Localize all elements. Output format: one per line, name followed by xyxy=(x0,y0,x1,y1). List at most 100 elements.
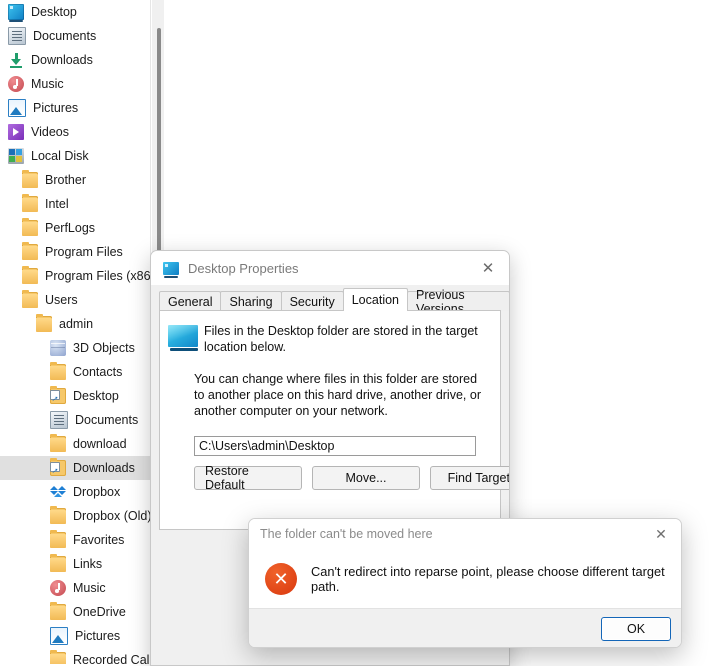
nav-item-label: PerfLogs xyxy=(45,220,96,235)
downloads-icon xyxy=(8,52,24,68)
folder-icon xyxy=(50,506,66,524)
ok-button[interactable]: OK xyxy=(601,617,671,641)
nav-item-downloads[interactable]: ↗ Downloads xyxy=(0,456,150,480)
folder-icon xyxy=(22,242,38,260)
documents-icon xyxy=(50,411,68,429)
tab-location[interactable]: Location xyxy=(342,288,408,311)
dropbox-icon xyxy=(50,484,66,500)
error-dialog-footer: OK xyxy=(249,608,681,647)
folder-icon xyxy=(50,650,66,664)
nav-item-label: Local Disk xyxy=(31,148,89,163)
nav-item-pictures[interactable]: Pictures xyxy=(0,96,150,120)
nav-item-music[interactable]: Music xyxy=(0,576,150,600)
nav-item-videos[interactable]: Videos xyxy=(0,120,150,144)
nav-item-label: Music xyxy=(73,580,106,595)
nav-item-label: Pictures xyxy=(75,628,121,643)
nav-item-label: Recorded Calls xyxy=(73,652,150,664)
nav-item-label: Music xyxy=(31,76,64,91)
close-icon[interactable]: ✕ xyxy=(641,519,681,549)
nav-item-admin[interactable]: admin xyxy=(0,312,150,336)
folder-icon xyxy=(36,314,52,332)
nav-item-label: Dropbox xyxy=(73,484,121,499)
nav-item-3d-objects[interactable]: 3D Objects xyxy=(0,336,150,360)
error-title-bar[interactable]: The folder can't be moved here ✕ xyxy=(249,519,681,549)
folder-icon xyxy=(22,218,38,236)
folder-icon xyxy=(50,554,66,572)
nav-item-desktop[interactable]: ↗ Desktop xyxy=(0,384,150,408)
pictures-icon xyxy=(8,99,26,117)
move-button[interactable]: Move... xyxy=(312,466,420,490)
tab-security[interactable]: Security xyxy=(280,291,344,311)
nav-item-perflogs[interactable]: PerfLogs xyxy=(0,216,150,240)
properties-title: Desktop Properties xyxy=(188,260,299,276)
location-body-text: You can change where files in this folde… xyxy=(194,372,481,418)
error-dialog-content: ✕ Can't redirect into reparse point, ple… xyxy=(249,549,681,609)
nav-item-program-files[interactable]: Program Files xyxy=(0,240,150,264)
nav-item-label: admin xyxy=(59,316,94,331)
nav-item-label: Program Files xyxy=(45,244,123,259)
nav-item-music[interactable]: Music xyxy=(0,72,150,96)
properties-tab-strip[interactable]: General Sharing Security Location Previous V… xyxy=(159,288,509,316)
desktop-folder-icon xyxy=(163,261,179,278)
folder-icon xyxy=(50,434,66,452)
music-icon xyxy=(50,580,66,596)
file-explorer-window: This PC 📌 This PC 📌 DesktopDocumentsDown… xyxy=(0,0,719,666)
nav-item-documents[interactable]: Documents xyxy=(0,408,150,432)
nav-item-favorites[interactable]: Favorites xyxy=(0,528,150,552)
tab-sharing[interactable]: Sharing xyxy=(220,291,282,311)
find-target-button[interactable]: Find Target... xyxy=(430,466,509,490)
error-dialog: The folder can't be moved here ✕ ✕ Can't… xyxy=(248,518,682,648)
local-disk-icon xyxy=(8,148,24,164)
nav-item-dropbox-old[interactable]: Dropbox (Old) xyxy=(0,504,150,528)
nav-item-download[interactable]: download xyxy=(0,432,150,456)
nav-item-label: Contacts xyxy=(73,364,123,379)
nav-item-contacts[interactable]: Contacts xyxy=(0,360,150,384)
nav-item-dropbox[interactable]: Dropbox xyxy=(0,480,150,504)
nav-item-intel[interactable]: Intel xyxy=(0,192,150,216)
nav-item-program-files-x86[interactable]: Program Files (x86) xyxy=(0,264,150,288)
navigation-pane[interactable]: Desktop Documents Downloads Music Pictures Vi… xyxy=(0,0,150,664)
nav-item-desktop[interactable]: Desktop xyxy=(0,0,150,24)
properties-title-bar[interactable]: Desktop Properties ✕ xyxy=(151,251,509,285)
nav-item-pictures[interactable]: Pictures xyxy=(0,624,150,648)
error-message: Can't redirect into reparse point, pleas… xyxy=(311,564,665,594)
nav-item-label: Pictures xyxy=(33,100,79,115)
restore-default-button[interactable]: Restore Default xyxy=(194,464,302,492)
nav-item-users[interactable]: Users xyxy=(0,288,150,312)
folder-shortcut-icon: ↗ xyxy=(50,458,66,476)
folder-icon xyxy=(22,290,38,308)
nav-item-links[interactable]: Links xyxy=(0,552,150,576)
documents-icon xyxy=(8,27,26,45)
folder-icon xyxy=(22,266,38,284)
nav-item-label: Desktop xyxy=(73,388,119,403)
nav-item-local-disk[interactable]: Local Disk xyxy=(0,144,150,168)
error-x-icon: ✕ xyxy=(265,563,297,595)
tab-label: Security xyxy=(289,294,335,309)
error-dialog-title: The folder can't be moved here xyxy=(260,527,433,541)
location-tab-panel: Files in the Desktop folder are stored i… xyxy=(159,310,509,530)
folder-icon xyxy=(22,170,38,188)
location-button-row: Restore Default Move... Find Target... xyxy=(194,464,509,492)
nav-item-onedrive[interactable]: OneDrive xyxy=(0,600,150,624)
nav-item-documents[interactable]: Documents xyxy=(0,24,150,48)
tab-label: General xyxy=(168,294,213,309)
folder-icon xyxy=(22,194,38,212)
nav-item-label: Program Files (x86) xyxy=(45,268,150,283)
tab-general[interactable]: General xyxy=(159,291,222,311)
tab-previous-versions[interactable]: Previous Versions xyxy=(407,288,509,316)
close-icon[interactable]: ✕ xyxy=(467,251,509,285)
nav-item-downloads[interactable]: Downloads xyxy=(0,48,150,72)
3d-objects-icon xyxy=(50,340,66,356)
nav-item-label: Documents xyxy=(33,28,97,43)
folder-path-input[interactable] xyxy=(194,436,476,456)
nav-item-brother[interactable]: Brother xyxy=(0,168,150,192)
nav-item-label: OneDrive xyxy=(73,604,126,619)
nav-scrollbar-thumb[interactable] xyxy=(157,28,161,252)
nav-item-label: download xyxy=(73,436,127,451)
nav-item-recorded-calls[interactable]: Recorded Calls xyxy=(0,648,150,664)
pictures-icon xyxy=(50,627,68,645)
nav-item-label: Brother xyxy=(45,172,86,187)
nav-item-label: 3D Objects xyxy=(73,340,135,355)
nav-item-label: Videos xyxy=(31,124,69,139)
nav-item-label: Intel xyxy=(45,196,69,211)
